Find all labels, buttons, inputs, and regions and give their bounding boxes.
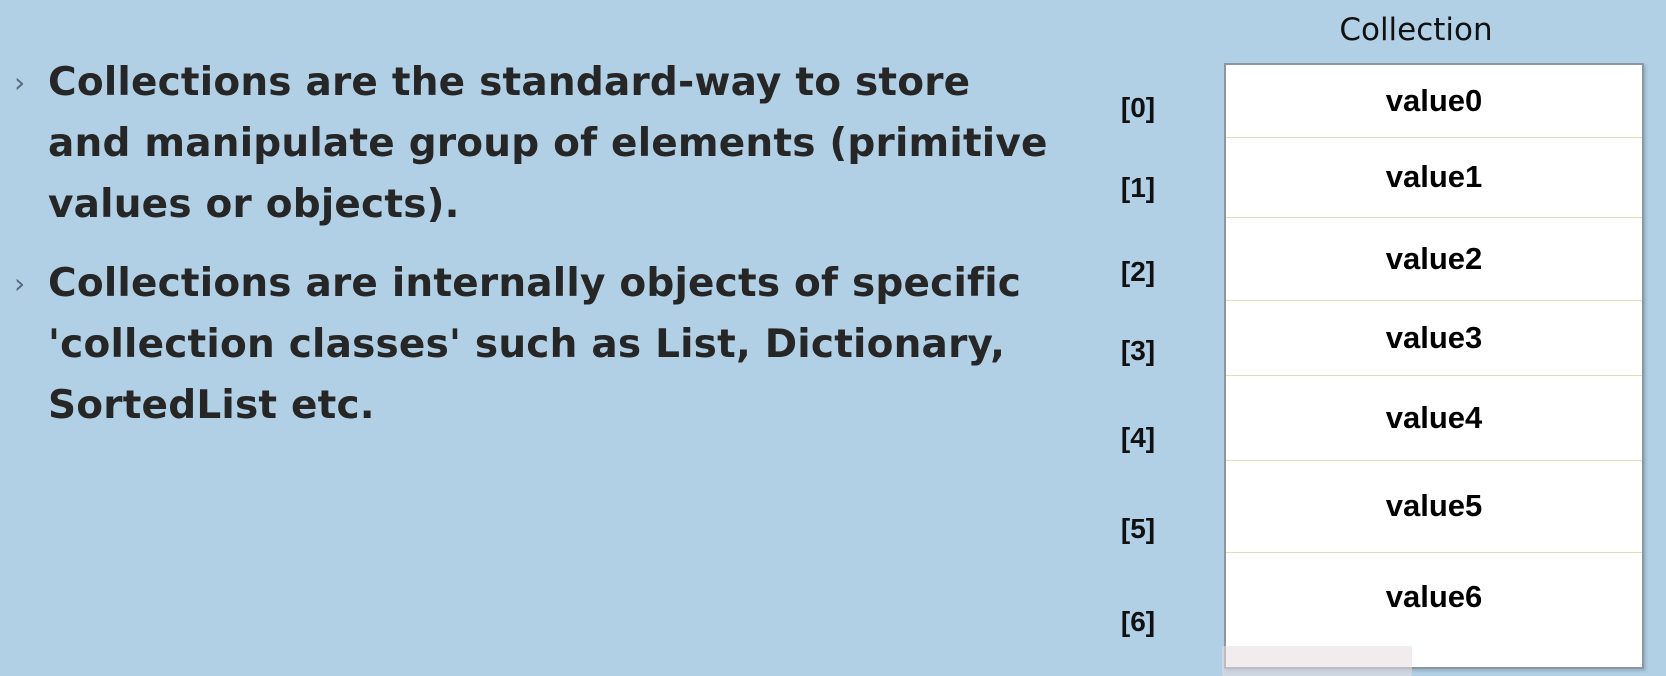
bullet-2-line-3: SortedList etc. [48,383,375,428]
index-label-0: [0] [1120,92,1156,123]
bullet-item-1: › Collections are the standard-way to st… [8,52,1048,235]
bullet-item-2: › Collections are internally objects of … [8,253,1048,436]
index-label-2: [2] [1120,256,1156,287]
collection-cell-1: value1 [1226,137,1642,218]
index-label-4: [4] [1120,422,1156,453]
bullet-text-1: Collections are the standard-way to stor… [48,52,1048,235]
watermark-logo [1222,646,1412,676]
bullet-1-line-1: Collections are the standard-way to stor… [48,60,971,105]
bullet-chevron-icon: › [14,66,26,99]
collection-title: Collection [1339,12,1493,48]
collection-cell-6: value6 [1385,579,1483,614]
collection-cell-4: value4 [1226,375,1642,461]
bullet-text-2: Collections are internally objects of sp… [48,253,1021,436]
bullet-2-line-1: Collections are internally objects of sp… [48,261,1022,306]
index-label-1: [1] [1120,172,1156,203]
collection-cell-3: value3 [1226,300,1642,376]
index-label-5: [5] [1120,513,1156,544]
bullet-2-line-2: 'collection classes' such as List, Dicti… [48,322,1006,367]
index-label-6: [6] [1120,606,1156,637]
collection-cell-2: value2 [1226,217,1642,301]
bullet-chevron-icon: › [14,267,26,300]
collection-cell-5: value5 [1226,460,1642,553]
collection-box: value0 value1 value2 value3 value4 value… [1224,63,1644,669]
collection-cell-0: value0 [1226,65,1642,138]
bullet-list: › Collections are the standard-way to st… [8,52,1048,454]
index-label-3: [3] [1120,335,1156,366]
bullet-1-line-2: and manipulate group of elements (primit… [48,121,1048,166]
bullet-1-line-3: values or objects). [48,182,460,227]
